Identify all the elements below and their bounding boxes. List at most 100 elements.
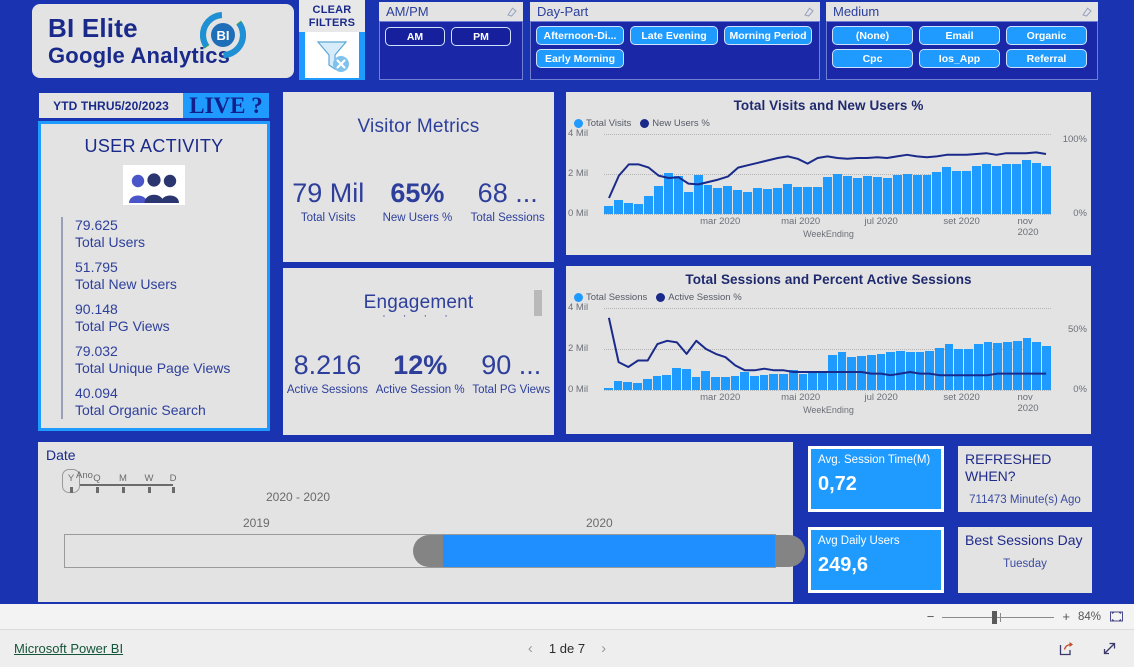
chart-total-visits-new-users[interactable]: Total Visits and New Users % Total Visit… bbox=[566, 92, 1091, 255]
zoom-percentage: 84% bbox=[1077, 610, 1101, 623]
kpi-total-visits: 79 Mil Total Visits bbox=[292, 178, 364, 224]
granularity-tick bbox=[70, 487, 73, 493]
powerbi-link[interactable]: Microsoft Power BI bbox=[14, 641, 123, 656]
card-refreshed-when: REFRESHED WHEN? 711473 Minute(s) Ago bbox=[958, 446, 1092, 512]
granularity-node-d[interactable]: D bbox=[166, 473, 180, 484]
chart-legend: Total Visits New Users % bbox=[566, 113, 1091, 129]
chart-x-ticks: mar 2020 mai 2020 jul 2020 set 2020 nov 2020 bbox=[604, 216, 1051, 238]
slicer-chip-early-morning[interactable]: Early Morning bbox=[536, 49, 624, 68]
date-slicer-panel[interactable]: Date Y Q M W D Ano 2020 - 2020 2019 2020 bbox=[38, 442, 805, 602]
kpi-label: Total PG Views bbox=[472, 384, 551, 396]
clear-filters-line2: FILTERS bbox=[308, 16, 356, 29]
zoom-out-button[interactable]: − bbox=[927, 609, 935, 624]
metric-value: 51.795 bbox=[75, 259, 118, 275]
kpi-total-sessions: 68 ... Total Sessions bbox=[471, 178, 545, 224]
slider-year-left-label: 2019 bbox=[243, 516, 270, 530]
slicer-ampm[interactable]: AM/PM AM PM bbox=[379, 2, 523, 80]
chart-legend: Total Sessions Active Session % bbox=[566, 287, 1091, 303]
fit-to-page-icon[interactable] bbox=[1109, 609, 1124, 624]
slicer-chip-am[interactable]: AM bbox=[385, 27, 445, 46]
kpi-label: Active Session % bbox=[375, 384, 465, 396]
legend-item[interactable]: New Users % bbox=[640, 118, 710, 129]
slicer-daypart-header: Day-Part bbox=[530, 2, 820, 21]
clear-filters-label: CLEAR FILTERS bbox=[299, 0, 365, 32]
ytd-label: YTD THRU5/20/2023 bbox=[39, 93, 183, 118]
kpi-label: Active Sessions bbox=[286, 384, 369, 396]
chart-plot-area: 0 Mil 2 Mil 4 Mil 0% 50% bbox=[568, 302, 1087, 395]
date-range-slider[interactable] bbox=[64, 534, 805, 568]
slicer-chip-pm[interactable]: PM bbox=[451, 27, 511, 46]
slicer-ampm-body: AM PM bbox=[379, 21, 523, 80]
engagement-card: Engagement · · · · 8.216 Active Sessions… bbox=[283, 268, 554, 435]
chart-x-tick: jul 2020 bbox=[864, 216, 898, 227]
chart-y-left-tick: 4 Mil bbox=[568, 302, 589, 313]
eraser-icon[interactable] bbox=[506, 6, 518, 18]
metric-label: Total New Users bbox=[75, 276, 177, 292]
zoom-in-button[interactable]: + bbox=[1062, 609, 1070, 624]
kpi-active-session-pct: 12% Active Session % bbox=[376, 350, 465, 396]
chart-y-left-tick: 2 Mil bbox=[568, 168, 589, 179]
live-badge: LIVE ? bbox=[183, 93, 269, 118]
zoom-slider-tick bbox=[1000, 612, 1002, 622]
slicer-chip-late-evening[interactable]: Late Evening bbox=[630, 26, 718, 45]
chart-gridline bbox=[604, 214, 1051, 215]
kpi-active-sessions: 8.216 Active Sessions bbox=[287, 350, 368, 396]
slicer-chip-none[interactable]: (None) bbox=[832, 26, 913, 45]
bi-elite-logo-icon: BI bbox=[200, 12, 246, 58]
slicer-daypart-title: Day-Part bbox=[537, 4, 589, 19]
card-title: REFRESHED WHEN? bbox=[965, 451, 1052, 484]
kpi-label: New Users % bbox=[382, 212, 453, 224]
chevron-right-icon[interactable]: › bbox=[601, 640, 606, 657]
fullscreen-icon[interactable] bbox=[1101, 640, 1118, 657]
slicer-chip-email[interactable]: Email bbox=[919, 26, 1000, 45]
people-group-icon-box bbox=[123, 165, 185, 205]
zoom-status-bar: − + 84% bbox=[0, 604, 1134, 630]
granularity-tick bbox=[172, 487, 175, 493]
metric-row: 79.625 Total Users bbox=[75, 217, 257, 251]
slicer-chip-referral[interactable]: Referral bbox=[1006, 49, 1087, 68]
legend-label: Active Session % bbox=[668, 292, 742, 303]
chart-y-left-tick: 4 Mil bbox=[568, 128, 589, 139]
engagement-dots: · · · · bbox=[382, 310, 455, 322]
clear-filters-button[interactable]: CLEAR FILTERS bbox=[299, 0, 365, 80]
zoom-slider[interactable] bbox=[942, 610, 1055, 624]
slicer-chip-morning-period[interactable]: Morning Period bbox=[724, 26, 812, 45]
clear-filters-line1: CLEAR bbox=[312, 4, 352, 16]
metric-value: 79.625 bbox=[75, 217, 118, 233]
chart-y-right-tick: 100% bbox=[1062, 134, 1087, 145]
card-title: Best Sessions Day bbox=[965, 532, 1083, 548]
eraser-icon[interactable] bbox=[803, 6, 815, 18]
chart-title: Total Visits and New Users % bbox=[733, 98, 924, 113]
chart-line-series bbox=[608, 151, 1047, 199]
slicer-chip-afternoon[interactable]: Afternoon-Di... bbox=[536, 26, 624, 45]
date-range-handle-right[interactable] bbox=[775, 535, 805, 567]
date-range-handle-left[interactable] bbox=[413, 535, 443, 567]
legend-item[interactable]: Active Session % bbox=[656, 292, 742, 303]
chart-x-tick: mai 2020 bbox=[781, 216, 821, 227]
zoom-slider-thumb[interactable] bbox=[992, 610, 998, 624]
slicer-chip-cpc[interactable]: Cpc bbox=[832, 49, 913, 68]
metric-label: Total Unique Page Views bbox=[75, 360, 231, 376]
slicer-chip-organic[interactable]: Organic bbox=[1006, 26, 1087, 45]
share-icon[interactable] bbox=[1058, 640, 1075, 657]
slicer-medium[interactable]: Medium (None) Email Organic Cpc Ios_App … bbox=[826, 2, 1098, 80]
legend-label: Total Visits bbox=[586, 118, 632, 129]
chart-x-tick: mar 2020 bbox=[700, 392, 741, 403]
engagement-values: 8.216 Active Sessions 12% Active Session… bbox=[283, 350, 554, 396]
funnel-clear-icon bbox=[316, 41, 349, 72]
granularity-node-w[interactable]: W bbox=[142, 473, 156, 484]
slicer-daypart[interactable]: Day-Part Afternoon-Di... Late Evening Mo… bbox=[530, 2, 820, 80]
engagement-scrollbar[interactable] bbox=[534, 290, 542, 316]
chevron-left-icon[interactable]: ‹ bbox=[528, 640, 533, 657]
granularity-tick bbox=[96, 487, 99, 493]
chart-x-axis-title: WeekEnding bbox=[803, 405, 854, 415]
chart-y-left-tick: 0 Mil bbox=[568, 208, 589, 219]
slicer-chip-ios-app[interactable]: Ios_App bbox=[919, 49, 1000, 68]
chart-x-ticks: mar 2020 mai 2020 jul 2020 set 2020 nov 2020 bbox=[604, 392, 1051, 414]
eraser-icon[interactable] bbox=[1081, 6, 1093, 18]
chart-plot-area: 0 Mil 2 Mil 4 Mil 0% 100% bbox=[568, 128, 1087, 219]
legend-dot-icon bbox=[574, 293, 583, 302]
granularity-node-m[interactable]: M bbox=[116, 473, 130, 484]
kpi-label: Total Sessions bbox=[470, 212, 545, 224]
chart-total-sessions-active-pct[interactable]: Total Sessions and Percent Active Sessio… bbox=[566, 266, 1091, 434]
